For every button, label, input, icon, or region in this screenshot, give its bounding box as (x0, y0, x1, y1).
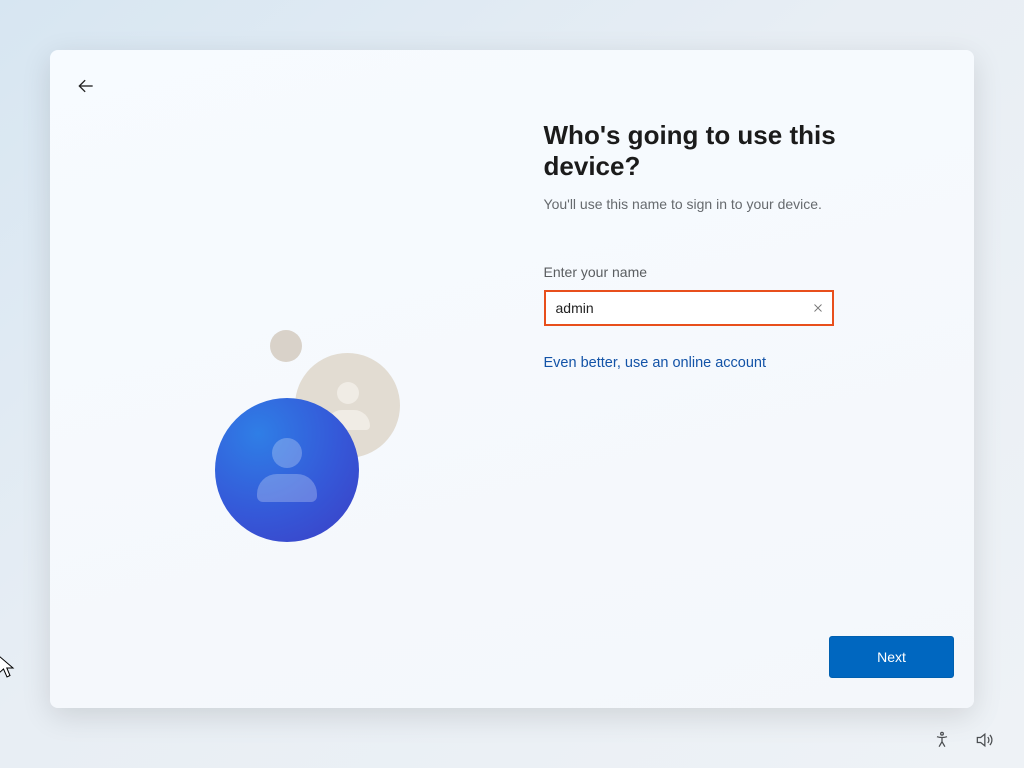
volume-icon (974, 730, 994, 750)
online-account-link[interactable]: Even better, use an online account (544, 355, 767, 371)
next-button-label: Next (877, 649, 906, 665)
close-icon (812, 302, 824, 314)
illustration-pane (50, 50, 494, 708)
oobe-dialog: Who's going to use this device? You'll u… (50, 50, 974, 708)
mouse-cursor (0, 655, 16, 684)
volume-button[interactable] (974, 730, 994, 750)
name-input[interactable] (546, 292, 832, 324)
deco-circle-large (215, 398, 359, 542)
form-pane: Who's going to use this device? You'll u… (494, 50, 974, 708)
page-subtitle: You'll use this name to sign in to your … (544, 196, 924, 212)
name-label: Enter your name (544, 264, 924, 280)
deco-circle-small (270, 330, 302, 362)
accessibility-icon (932, 730, 952, 750)
clear-input-button[interactable] (812, 302, 824, 314)
system-tray (932, 730, 994, 750)
next-button[interactable]: Next (829, 636, 954, 678)
accessibility-button[interactable] (932, 730, 952, 750)
name-input-wrap (544, 290, 834, 326)
page-title: Who's going to use this device? (544, 120, 924, 182)
person-icon (257, 438, 317, 502)
